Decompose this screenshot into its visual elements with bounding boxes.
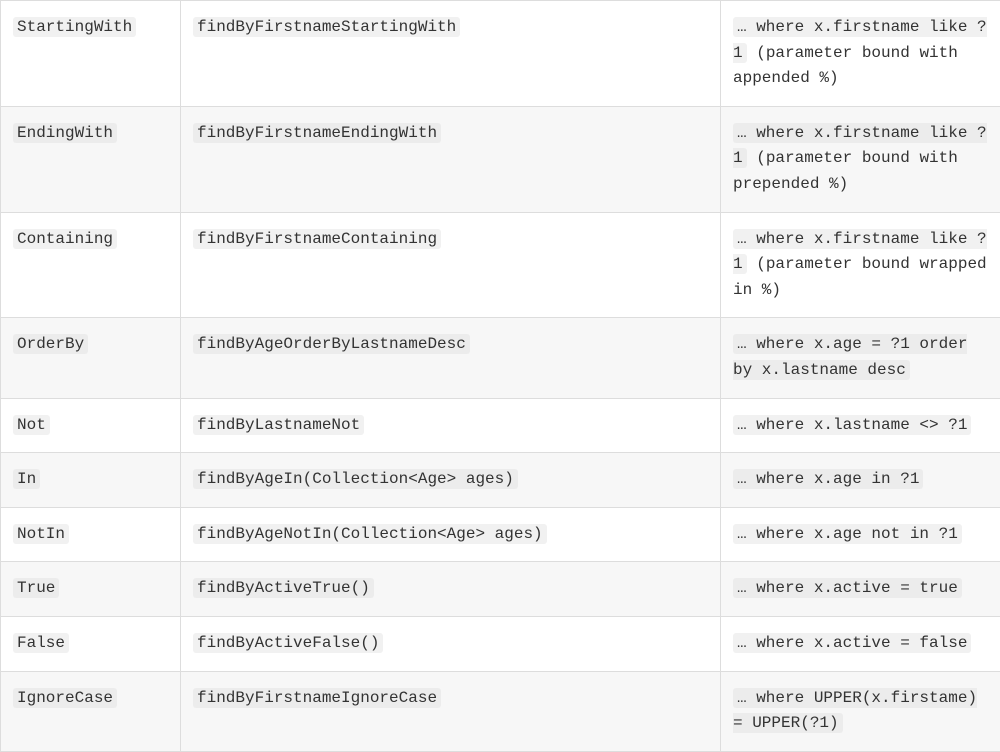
sql-cell: … where x.age = ?1 order by x.lastname d… <box>721 318 1000 398</box>
keyword-cell: OrderBy <box>1 318 181 398</box>
method-cell: findByAgeIn(Collection<Age> ages) <box>181 453 721 508</box>
sql-cell: … where x.age in ?1 <box>721 453 1000 508</box>
keyword-cell: NotIn <box>1 507 181 562</box>
keyword-code: EndingWith <box>13 123 117 143</box>
sql-suffix: (parameter bound with prepended %) <box>733 149 958 193</box>
table-row: OrderBy findByAgeOrderByLastnameDesc … whe… <box>1 318 1000 398</box>
sql-code: … where UPPER(x.firstame) = UPPER(?1) <box>733 688 977 734</box>
method-code: findByAgeNotIn(Collection<Age> ages) <box>193 524 547 544</box>
method-cell: findByAgeOrderByLastnameDesc <box>181 318 721 398</box>
method-code: findByFirstnameEndingWith <box>193 123 441 143</box>
keyword-cell: IgnoreCase <box>1 671 181 751</box>
table-row: NotIn findByAgeNotIn(Collection<Age> ages… <box>1 507 1000 562</box>
sql-code: … where x.active = false <box>733 633 971 653</box>
method-code: findByActiveFalse() <box>193 633 383 653</box>
method-cell: findByFirstnameIgnoreCase <box>181 671 721 751</box>
method-cell: findByFirstnameEndingWith <box>181 106 721 212</box>
table-row: False findByActiveFalse() … where x.active… <box>1 616 1000 671</box>
table-body: StartingWith findByFirstnameStartingWith …… <box>1 1 1000 752</box>
keyword-cell: Not <box>1 398 181 453</box>
method-code: findByLastnameNot <box>193 415 364 435</box>
table-row: Not findByLastnameNot … where x.lastname <… <box>1 398 1000 453</box>
keyword-code: False <box>13 633 69 653</box>
method-code: findByFirstnameStartingWith <box>193 17 460 37</box>
method-cell: findByAgeNotIn(Collection<Age> ages) <box>181 507 721 562</box>
sql-cell: … where x.age not in ?1 <box>721 507 1000 562</box>
keyword-cell: False <box>1 616 181 671</box>
table-row: EndingWith findByFirstnameEndingWith … whe… <box>1 106 1000 212</box>
sql-cell: … where x.firstname like ?1 (parameter b… <box>721 1 1000 107</box>
method-cell: findByActiveTrue() <box>181 562 721 617</box>
keyword-cell: EndingWith <box>1 106 181 212</box>
method-cell: findByFirstnameContaining <box>181 212 721 318</box>
table-row: True findByActiveTrue() … where x.active =… <box>1 562 1000 617</box>
keyword-cell: True <box>1 562 181 617</box>
method-cell: findByActiveFalse() <box>181 616 721 671</box>
sql-suffix: (parameter bound with appended %) <box>733 44 958 88</box>
keyword-code: Containing <box>13 229 117 249</box>
keyword-code: IgnoreCase <box>13 688 117 708</box>
sql-cell: … where x.firstname like ?1 (parameter b… <box>721 106 1000 212</box>
method-code: findByFirstnameContaining <box>193 229 441 249</box>
keyword-code: In <box>13 469 40 489</box>
method-code: findByAgeOrderByLastnameDesc <box>193 334 470 354</box>
sql-code: … where x.age = ?1 order by x.lastname d… <box>733 334 967 380</box>
sql-suffix: (parameter bound wrapped in %) <box>733 255 987 299</box>
sql-cell: … where UPPER(x.firstame) = UPPER(?1) <box>721 671 1000 751</box>
method-cell: findByLastnameNot <box>181 398 721 453</box>
table-row: IgnoreCase findByFirstnameIgnoreCase … whe… <box>1 671 1000 751</box>
method-code: findByFirstnameIgnoreCase <box>193 688 441 708</box>
method-code: findByAgeIn(Collection<Age> ages) <box>193 469 518 489</box>
sql-code: … where x.age not in ?1 <box>733 524 962 544</box>
keyword-code: OrderBy <box>13 334 88 354</box>
table-row: StartingWith findByFirstnameStartingWith …… <box>1 1 1000 107</box>
sql-cell: … where x.active = true <box>721 562 1000 617</box>
method-cell: findByFirstnameStartingWith <box>181 1 721 107</box>
keyword-cell: In <box>1 453 181 508</box>
keyword-code: NotIn <box>13 524 69 544</box>
keyword-cell: StartingWith <box>1 1 181 107</box>
table-row: Containing findByFirstnameContaining … whe… <box>1 212 1000 318</box>
sql-code: … where x.lastname <> ?1 <box>733 415 971 435</box>
sql-code: … where x.active = true <box>733 578 962 598</box>
keyword-code: True <box>13 578 59 598</box>
sql-cell: … where x.active = false <box>721 616 1000 671</box>
keyword-cell: Containing <box>1 212 181 318</box>
sql-code: … where x.age in ?1 <box>733 469 923 489</box>
method-code: findByActiveTrue() <box>193 578 374 598</box>
keyword-code: StartingWith <box>13 17 136 37</box>
keyword-code: Not <box>13 415 50 435</box>
table-row: In findByAgeIn(Collection<Age> ages) … whe… <box>1 453 1000 508</box>
sql-cell: … where x.firstname like ?1 (parameter b… <box>721 212 1000 318</box>
sql-cell: … where x.lastname <> ?1 <box>721 398 1000 453</box>
reference-table: StartingWith findByFirstnameStartingWith …… <box>0 0 1000 752</box>
